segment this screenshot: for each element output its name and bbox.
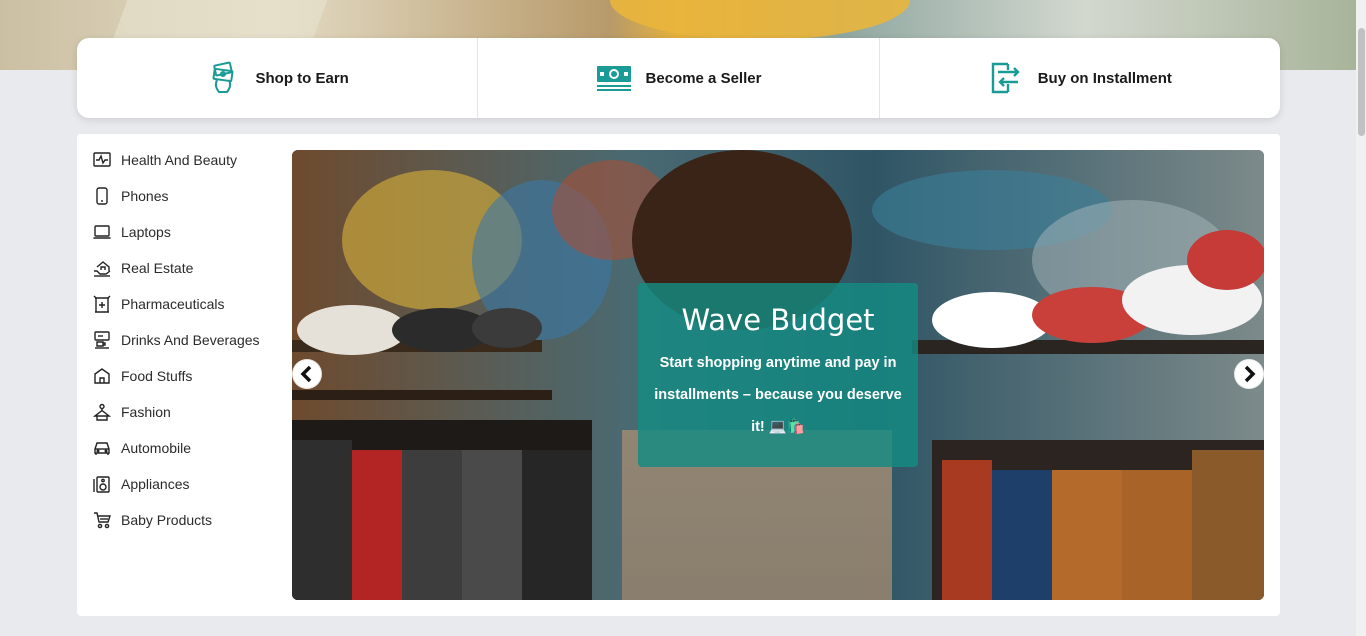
hanger-icon (93, 403, 111, 421)
feature-label: Become a Seller (645, 69, 762, 87)
hero-text: Start shopping anytime and pay in instal… (654, 355, 902, 435)
category-sidebar: Health And Beauty Phones Laptops Real Es… (93, 142, 283, 538)
laptop-icon (93, 225, 111, 239)
category-laptops[interactable]: Laptops (93, 214, 283, 250)
buy-on-installment-link[interactable]: Buy on Installment (880, 38, 1280, 118)
hero-title: Wave Budget (681, 303, 875, 337)
category-fashion[interactable]: Fashion (93, 394, 283, 430)
category-drinks-and-beverages[interactable]: Drinks And Beverages (93, 322, 283, 358)
category-label: Drinks And Beverages (121, 332, 260, 348)
transfer-arrow-icon (991, 62, 1020, 94)
pulse-icon (93, 152, 111, 167)
category-label: Phones (121, 188, 169, 204)
house-hand-icon (94, 261, 111, 277)
pharmacy-icon (93, 295, 111, 313)
feature-bar: Shop to Earn Become a Seller Buy on Inst… (77, 38, 1280, 118)
category-food-stuffs[interactable]: Food Stuffs (93, 358, 283, 394)
stroller-icon (94, 512, 111, 529)
category-label: Pharmaceuticals (121, 296, 225, 312)
category-real-estate[interactable]: Real Estate (93, 250, 283, 286)
category-label: Appliances (121, 476, 190, 492)
main-panel: Health And Beauty Phones Laptops Real Es… (77, 134, 1280, 616)
slider-prev-button[interactable] (292, 359, 322, 389)
category-phones[interactable]: Phones (93, 178, 283, 214)
page-scrollbar[interactable] (1356, 0, 1366, 636)
category-health-and-beauty[interactable]: Health And Beauty (93, 142, 283, 178)
category-pharmaceuticals[interactable]: Pharmaceuticals (93, 286, 283, 322)
chevron-right-icon (1235, 360, 1263, 388)
slider-next-button[interactable] (1234, 359, 1264, 389)
hero-card: Wave Budget Start shopping anytime and p… (638, 283, 918, 467)
cash-stack-icon (596, 66, 631, 91)
coffee-machine-icon (94, 331, 110, 349)
feature-label: Buy on Installment (1037, 69, 1172, 87)
category-label: Health And Beauty (121, 152, 237, 168)
speaker-icon (93, 476, 110, 493)
feature-label: Shop to Earn (255, 69, 349, 87)
category-label: Real Estate (121, 260, 194, 276)
category-baby-products[interactable]: Baby Products (93, 502, 283, 538)
category-label: Baby Products (121, 512, 213, 528)
hero-slider[interactable]: Wave Budget Start shopping anytime and p… (292, 150, 1264, 600)
category-label: Laptops (121, 224, 171, 240)
car-icon (94, 442, 110, 455)
shop-to-earn-link[interactable]: Shop to Earn (77, 38, 479, 118)
money-bundle-icon (213, 61, 234, 93)
category-label: Fashion (121, 404, 171, 420)
phone-icon (96, 187, 108, 205)
become-a-seller-link[interactable]: Become a Seller (478, 38, 880, 118)
chevron-left-icon (293, 360, 321, 388)
store-icon (94, 368, 110, 384)
category-label: Food Stuffs (121, 368, 193, 384)
category-automobile[interactable]: Automobile (93, 430, 283, 466)
scrollbar-thumb[interactable] (1358, 28, 1365, 136)
category-appliances[interactable]: Appliances (93, 466, 283, 502)
category-label: Automobile (121, 440, 192, 456)
